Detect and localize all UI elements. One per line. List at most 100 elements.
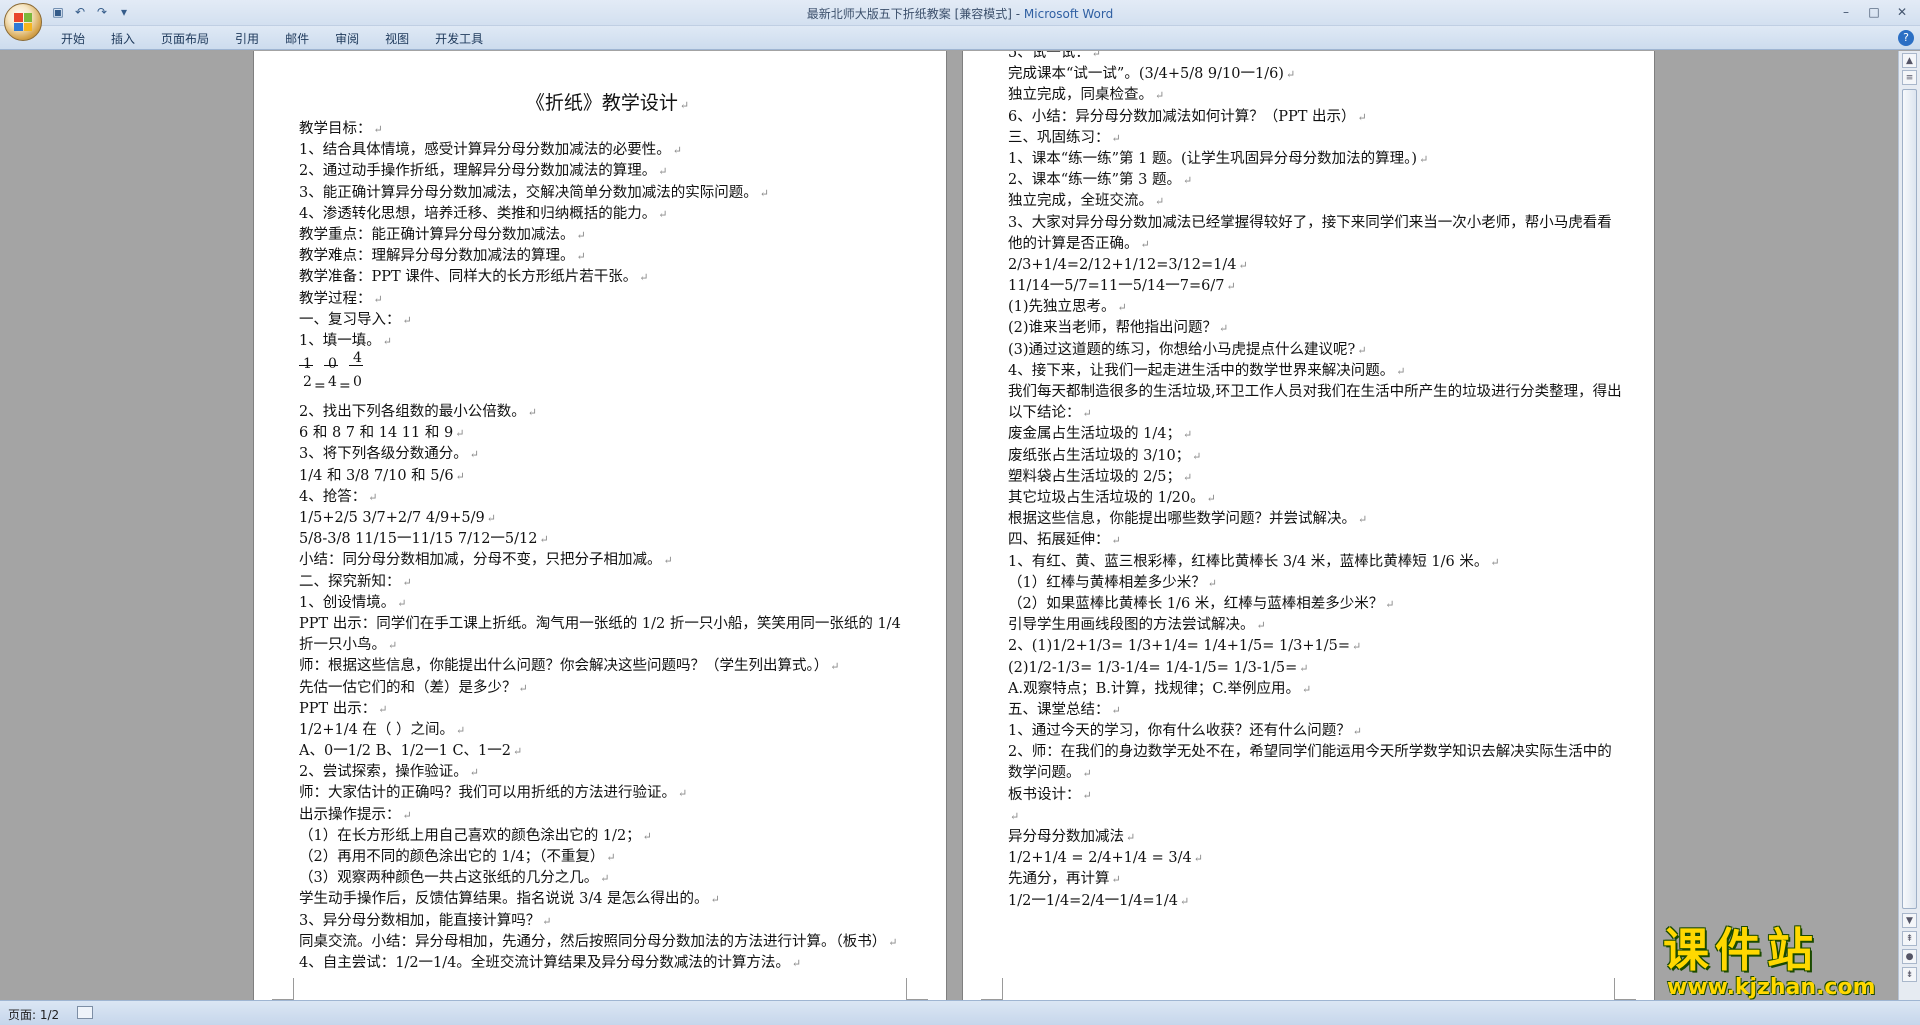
scroll-thumb[interactable] — [1902, 89, 1917, 909]
text-line: 学生动手操作后，反馈估算结果。指名说说 3/4 是怎么得出的。 ↵ — [299, 891, 720, 908]
window-controls: – □ ✕ — [1832, 2, 1916, 22]
minimize-button[interactable]: – — [1832, 2, 1860, 22]
text-line: 2、通过动手操作折纸，理解异分母分数加减法的算理。 ↵ — [299, 163, 668, 180]
text-line: 1、有红、黄、蓝三根彩棒，红棒比黄棒长 3/4 米，蓝棒比黄棒短 1/6 米。 ↵ — [1008, 553, 1500, 570]
paragraph: 我们每天都制造很多的生活垃圾,环卫工作人员对我们在生活中所产生的垃圾进行分类整理… — [1008, 384, 1622, 422]
text-line: （2）再用不同的颜色涂出它的 1/4；（不重复） ↵ — [299, 849, 616, 866]
text-line: 师：大家估计的正确吗？我们可以用折纸的方法进行验证。 ↵ — [299, 785, 688, 802]
text-line: (2)1/2-1/3= 1/3-1/4= 1/4-1/5= 1/3-1/5= ↵ — [1008, 659, 1309, 676]
help-icon[interactable]: ? — [1898, 30, 1914, 46]
text-line: 6、小结：异分母分数加减法如何计算？（PPT 出示） ↵ — [1008, 108, 1367, 125]
text-line: 废纸张占生活垃圾的 3/10； ↵ — [1008, 447, 1202, 464]
text-line: ↵ — [1010, 809, 1020, 823]
text-line: 2、课本“练一练”第 3 题。 ↵ — [1008, 172, 1193, 189]
text-line: 小结：同分母分数相加减，分母不变，只把分子相加减。 ↵ — [299, 552, 673, 569]
text-line: 1、课本“练一练”第 1 题。(让学生巩固异分母分数加法的算理。) ↵ — [1008, 150, 1429, 167]
margin-mark — [981, 978, 1003, 1000]
margin-mark — [1614, 978, 1636, 1000]
equals-sign: = — [314, 378, 326, 395]
text-line: (1)先独立思考。 ↵ — [1008, 299, 1127, 316]
text-line: 1、填一填。 ↵ — [299, 332, 392, 349]
text-line: 独立完成，同桌检查。 ↵ — [1008, 87, 1165, 104]
tab-page-layout[interactable]: 页面布局 — [148, 30, 222, 48]
text-line: 1/2一1/4=2/4一1/4=1/4 ↵ — [1008, 892, 1190, 909]
document-page-1[interactable]: 《折纸》教学设计 ↵ 教学目标： ↵ 1、结合具体情境，感受计算异分母分数加减法的必要… — [253, 51, 947, 1000]
close-button[interactable]: ✕ — [1888, 2, 1916, 22]
fraction-denominator: 4 — [328, 374, 337, 391]
text-line: 其它垃圾占生活垃圾的 1/20。 ↵ — [1008, 490, 1216, 506]
office-button[interactable] — [4, 3, 42, 41]
tab-insert[interactable]: 插入 — [98, 30, 148, 48]
page-1-section-c: 师：根据这些信息，你能提出什么问题？你会解决这些问题吗？（学生列出算式。） ↵ 先估… — [299, 656, 916, 931]
page-2-section-d: 板书设计： ↵ ↵ 异分母分数加减法 ↵ 1/2+1/4 = 2/4+1/4 = 3/4… — [1008, 785, 1624, 912]
watermark-text: 课件站 — [1663, 923, 1819, 977]
paragraph: 3、大家对异分母分数加减法已经掌握得较好了，接下来同学们来当一次小老师，帮小马虎… — [1008, 214, 1612, 252]
office-logo-icon — [14, 13, 32, 31]
tab-references[interactable]: 引用 — [222, 30, 272, 48]
text-line: A.观察特点；B.计算，找规律；C.举例应用。 ↵ — [1008, 680, 1312, 697]
next-page-icon[interactable]: ⇟ — [1902, 967, 1917, 982]
text-line: (2)谁来当老师，帮他指出问题？ ↵ — [1008, 320, 1229, 337]
text-line: 异分母分数加减法 ↵ — [1008, 829, 1136, 846]
text-line: 先通分，再计算 ↵ — [1008, 871, 1121, 888]
document-page-2[interactable]: 5、试一试： ↵ 完成课本“试一试”。(3/4+5/8 9/10一1/6) ↵ 独立完成… — [962, 51, 1655, 1000]
scroll-up-icon[interactable]: ▲ — [1902, 53, 1917, 68]
text-line: 二、探究新知： ↵ — [299, 573, 412, 590]
page-2-section-c: 废金属占生活垃圾的 1/4； ↵ 废纸张占生活垃圾的 3/10； ↵ 塑料袋占生活垃圾的… — [1008, 424, 1624, 742]
text-line: 完成课本“试一试”。(3/4+5/8 9/10一1/6) ↵ — [1008, 66, 1296, 83]
text-line: 独立完成，全班交流。 ↵ — [1008, 193, 1165, 210]
page-1-section-b: 2、找出下列各组数的最小公倍数。 ↵ 6 和 8 7 和 14 11 和 9 ↵ 3、… — [299, 402, 916, 614]
page-2-section-a: 5、试一试： ↵ 完成课本“试一试”。(3/4+5/8 9/10一1/6) ↵ 独立完成… — [1008, 51, 1624, 213]
text-line: 五、课堂总结： ↵ — [1008, 701, 1121, 718]
text-line: 一、复习导入： ↵ — [299, 311, 412, 328]
page-1-section-a: 教学目标： ↵ 1、结合具体情境，感受计算异分母分数加减法的必要性。 ↵ 2、通过动手操… — [299, 119, 916, 352]
text-line: 引导学生用画线段图的方法尝试解决。 ↵ — [1008, 617, 1266, 634]
previous-page-icon[interactable]: ⇞ — [1902, 931, 1917, 946]
text-line: PPT 出示： ↵ — [299, 700, 388, 717]
tab-review[interactable]: 审阅 — [322, 30, 372, 48]
fraction-numerator: 4 — [353, 350, 362, 367]
text-line: 4、接下来，让我们一起走进生活中的数学世界来解决问题。 ↵ — [1008, 362, 1406, 379]
watermark-url: www.kjzhan.com — [1667, 975, 1876, 1000]
maximize-button[interactable]: □ — [1860, 2, 1888, 22]
text-line: 先估一估它们的和（差）是多少？ ↵ — [299, 679, 528, 696]
tab-developer[interactable]: 开发工具 — [422, 30, 496, 48]
text-line: 2、尝试探索，操作验证。 ↵ — [299, 764, 479, 781]
text-line: 1、创设情境。 ↵ — [299, 594, 407, 611]
text-line: 板书设计： ↵ — [1008, 786, 1092, 803]
text-line: 3、将下列各级分数通分。 ↵ — [299, 446, 479, 463]
text-line: 4、渗透转化思想，培养迁移、类推和归纳概括的能力。 ↵ — [299, 205, 668, 222]
text-line: 1/5+2/5 3/7+2/7 4/9+5/9 ↵ — [299, 510, 496, 526]
tab-mailings[interactable]: 邮件 — [272, 30, 322, 48]
text-line: 1、结合具体情境，感受计算异分母分数加减法的必要性。 ↵ — [299, 142, 682, 159]
text-line: 5、试一试： ↵ — [1008, 51, 1101, 61]
browse-object-icon[interactable]: ● — [1902, 949, 1917, 964]
app-name: Microsoft Word — [1023, 7, 1114, 21]
margin-mark — [272, 978, 294, 1000]
proofing-icon[interactable] — [77, 1006, 93, 1019]
paragraph: 4、自主尝试：1/2一1/4。全班交流计算结果及异分母分数减法的计算方法。 ↵ — [299, 954, 802, 971]
text-line: 2、找出下列各组数的最小公倍数。 ↵ — [299, 404, 537, 421]
tab-home[interactable]: 开始 — [48, 30, 98, 48]
vertical-scrollbar[interactable]: ▲ ≡ ▼ ⇞ ● ⇟ — [1898, 51, 1920, 1000]
page-count[interactable]: 页面: 1/2 — [8, 1006, 59, 1023]
tab-view[interactable]: 视图 — [372, 30, 422, 48]
text-line: （3）观察两种颜色一共占这张纸的几分之几。 ↵ — [299, 870, 610, 887]
document-title: 最新北师大版五下折纸教案 [兼容模式] - — [806, 7, 1024, 21]
text-line: 教学目标： ↵ — [299, 121, 383, 137]
status-bar: 页面: 1/2 — [0, 1000, 1920, 1025]
fraction-bar — [299, 365, 313, 367]
margin-mark — [906, 978, 928, 1000]
scroll-down-icon[interactable]: ▼ — [1902, 913, 1917, 928]
text-line: 出示操作提示： ↵ — [299, 806, 412, 823]
text-line: 废金属占生活垃圾的 1/4； ↵ — [1008, 426, 1193, 443]
text-line: 教学重点：能正确计算异分母分数加减法。 ↵ — [299, 226, 586, 243]
text-line: 1、通过今天的学习，你有什么收获？还有什么问题？ ↵ — [1008, 723, 1362, 740]
text-line: 2、(1)1/2+1/3= 1/3+1/4= 1/4+1/5= 1/3+1/5=… — [1008, 638, 1362, 655]
text-line: 6 和 8 7 和 14 11 和 9 ↵ — [299, 425, 465, 442]
watermark-logo: 课件站 www.kjzhan.com — [1663, 924, 1903, 1004]
text-line: 3、异分母分数相加，能直接计算吗？ ↵ — [299, 912, 552, 929]
text-line: 根据这些信息，你能提出哪些数学问题？并尝试解决。 ↵ — [1008, 511, 1368, 528]
text-line: 四、拓展延伸： ↵ — [1008, 532, 1121, 549]
ruler-toggle-icon[interactable]: ≡ — [1902, 70, 1917, 85]
